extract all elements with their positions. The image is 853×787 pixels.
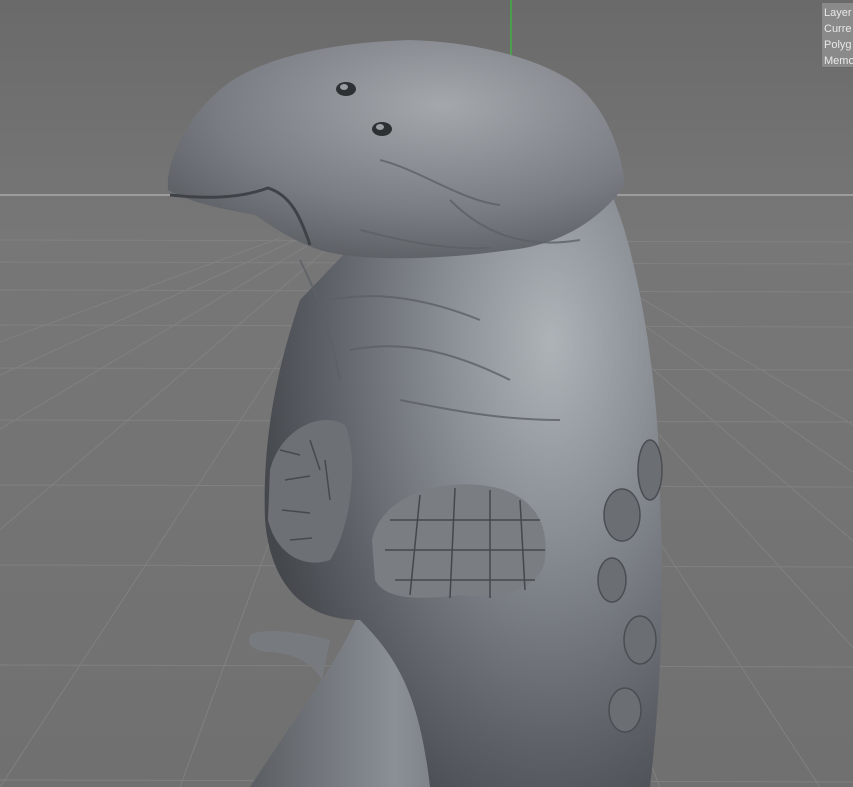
hud-info-panel: Layer Curre Polyg Memo	[821, 2, 853, 68]
eye-right-highlight	[376, 124, 384, 130]
hud-line-memory: Memo	[824, 55, 853, 67]
3d-viewport[interactable]	[0, 0, 853, 787]
hud-line-polygons: Polyg	[824, 39, 852, 51]
hud-line-current: Curre	[824, 23, 852, 35]
hud-line-layer: Layer	[824, 7, 852, 19]
eye-left-highlight	[340, 84, 348, 90]
